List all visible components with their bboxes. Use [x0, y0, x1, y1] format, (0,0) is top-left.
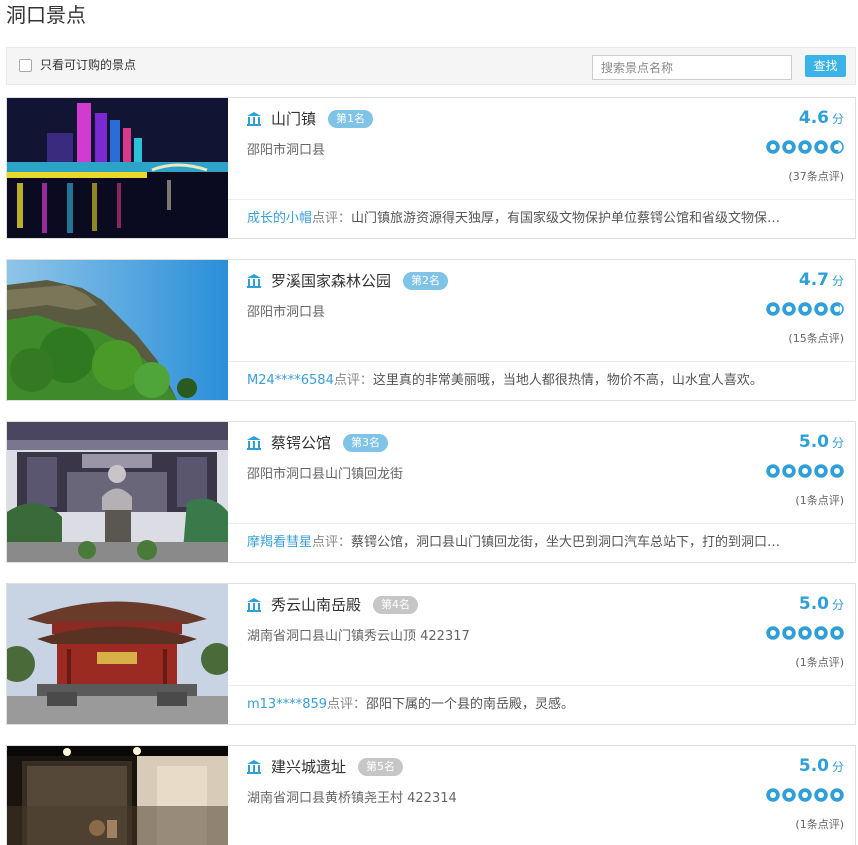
attraction-card[interactable]: 秀云山南岳殿 第4名 湖南省洞口县山门镇秀云山顶 422317 5.0 分 (1条…: [6, 583, 856, 725]
rating-dot-icon: [830, 140, 844, 154]
rank-badge: 第1名: [328, 110, 374, 128]
score: 5.0 分: [798, 756, 844, 776]
search-input[interactable]: [592, 55, 792, 80]
review-count[interactable]: (1条点评): [795, 817, 844, 833]
rating-dot-icon: [782, 626, 796, 640]
rating-dot-icon: [782, 302, 796, 316]
rating-dot-icon: [814, 464, 828, 478]
attraction-card[interactable]: 蔡锷公馆 第3名 邵阳市洞口县山门镇回龙街 5.0 分 (1条点评) 摩羯看彗星点…: [6, 421, 856, 563]
reviewer-name[interactable]: 成长的小帽: [247, 211, 312, 226]
attraction-name[interactable]: 蔡锷公馆: [271, 432, 331, 454]
rating-dot-icon: [766, 626, 780, 640]
rating-stars: [766, 464, 844, 478]
reviewer-name[interactable]: m13****859: [247, 697, 327, 712]
rating-dot-icon: [798, 140, 812, 154]
rating-dot-icon: [782, 140, 796, 154]
rating-dot-icon: [814, 626, 828, 640]
score: 4.6 分: [798, 108, 844, 128]
rating-stars: [766, 302, 844, 316]
attraction-name[interactable]: 秀云山南岳殿: [271, 594, 361, 616]
rating-dot-icon: [798, 302, 812, 316]
review-count[interactable]: (15条点评): [788, 331, 844, 347]
review-snippet: m13****859点评：邵阳下属的一个县的南岳殿，灵感。: [228, 685, 855, 724]
rating-dot-icon: [782, 788, 796, 802]
bookable-only-checkbox[interactable]: [19, 59, 32, 72]
rating-stars: [766, 788, 844, 802]
reviewer-name[interactable]: M24****6584: [247, 373, 334, 388]
rating-dot-icon: [814, 302, 828, 316]
score: 4.7 分: [798, 270, 844, 290]
rating-dot-icon: [766, 140, 780, 154]
rank-badge: 第5名: [358, 758, 404, 776]
reviewer-name[interactable]: 摩羯看彗星: [247, 535, 312, 550]
landmark-icon: [247, 760, 261, 774]
attraction-photo[interactable]: [7, 260, 228, 400]
landmark-icon: [247, 598, 261, 612]
attraction-address: 湖南省洞口县黄桥镇尧王村 422314: [247, 791, 457, 806]
landmark-icon: [247, 274, 261, 288]
review-count[interactable]: (1条点评): [795, 655, 844, 671]
rating-stars: [766, 140, 844, 154]
rating-dot-icon: [798, 464, 812, 478]
rating-dot-icon: [814, 788, 828, 802]
attraction-photo[interactable]: [7, 746, 228, 845]
page-title: 洞口景点: [6, 3, 86, 27]
rating-dot-icon: [766, 302, 780, 316]
attraction-photo[interactable]: [7, 584, 228, 724]
review-snippet: M24****6584点评：这里真的非常美丽哦，当地人都很热情，物价不高，山水宜…: [228, 361, 855, 400]
search-button[interactable]: 查找: [805, 55, 846, 77]
rating-dot-icon: [830, 464, 844, 478]
bookable-only-label[interactable]: 只看可订购的景点: [40, 56, 136, 74]
rating-dot-icon: [766, 788, 780, 802]
rating-dot-icon: [830, 788, 844, 802]
rating-dot-icon: [782, 464, 796, 478]
landmark-icon: [247, 436, 261, 450]
attraction-photo[interactable]: [7, 98, 228, 238]
rating-stars: [766, 626, 844, 640]
attraction-card[interactable]: 罗溪国家森林公园 第2名 邵阳市洞口县 4.7 分 (15条点评) M24****…: [6, 259, 856, 401]
attraction-card[interactable]: 建兴城遗址 第5名 湖南省洞口县黄桥镇尧王村 422314 5.0 分 (1条点评…: [6, 745, 856, 845]
rank-badge: 第4名: [373, 596, 419, 614]
attraction-address: 湖南省洞口县山门镇秀云山顶 422317: [247, 629, 470, 644]
rating-dot-icon: [814, 140, 828, 154]
rating-dot-icon: [830, 626, 844, 640]
rating-dot-icon: [766, 464, 780, 478]
rating-dot-icon: [798, 788, 812, 802]
attraction-photo[interactable]: [7, 422, 228, 562]
attraction-address: 邵阳市洞口县: [247, 305, 326, 320]
rank-badge: 第3名: [343, 434, 389, 452]
review-count[interactable]: (37条点评): [788, 169, 844, 185]
rating-dot-icon: [798, 626, 812, 640]
score: 5.0 分: [798, 594, 844, 614]
attraction-name[interactable]: 山门镇: [271, 108, 316, 130]
attraction-card[interactable]: 山门镇 第1名 邵阳市洞口县 4.6 分 (37条点评) 成长的小帽点评：山门镇旅…: [6, 97, 856, 239]
filter-bar: 只看可订购的景点 查找: [6, 47, 856, 85]
score: 5.0 分: [798, 432, 844, 452]
rank-badge: 第2名: [403, 272, 449, 290]
rating-dot-icon: [830, 302, 844, 316]
landmark-icon: [247, 112, 261, 126]
attraction-name[interactable]: 罗溪国家森林公园: [271, 270, 391, 292]
review-snippet: 摩羯看彗星点评：蔡锷公馆，洞口县山门镇回龙街，坐大巴到洞口汽车总站下，打的到洞口…: [228, 523, 855, 562]
attraction-address: 邵阳市洞口县山门镇回龙街: [247, 467, 404, 482]
attraction-address: 邵阳市洞口县: [247, 143, 326, 158]
attraction-name[interactable]: 建兴城遗址: [271, 756, 346, 778]
review-snippet: 成长的小帽点评：山门镇旅游资源得天独厚，有国家级文物保护单位蔡锷公馆和省级文物保…: [228, 199, 855, 238]
review-count[interactable]: (1条点评): [795, 493, 844, 509]
